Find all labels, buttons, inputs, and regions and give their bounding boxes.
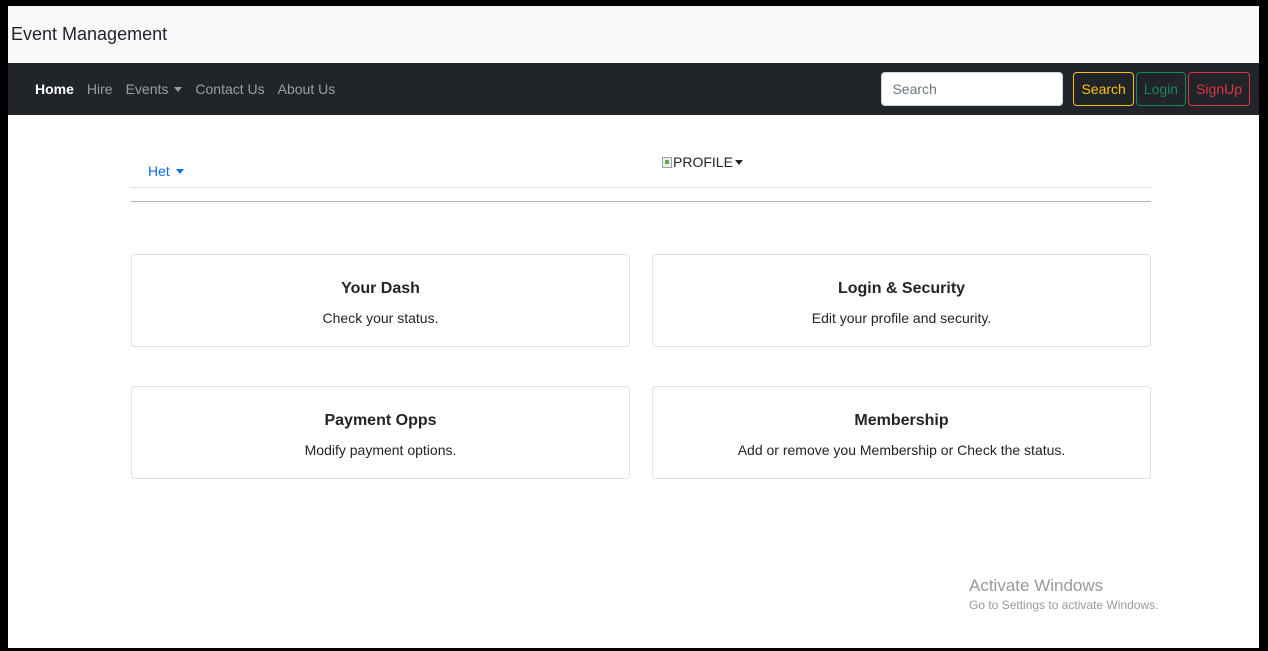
card-text: Add or remove you Membership or Check th… — [737, 442, 1066, 458]
search-button[interactable]: Search — [1073, 72, 1134, 106]
activate-windows-watermark: Activate Windows Go to Settings to activ… — [969, 576, 1158, 613]
broken-image-icon — [662, 156, 672, 168]
user-name: Het — [148, 163, 170, 179]
nav-home-link[interactable]: Home — [35, 81, 74, 97]
signup-button[interactable]: SignUp — [1188, 72, 1250, 106]
card-your-dash[interactable]: Your Dash Check your status. — [131, 254, 630, 347]
chevron-down-icon — [174, 87, 183, 92]
watermark-subtitle: Go to Settings to activate Windows. — [969, 598, 1159, 613]
nav-contact-link[interactable]: Contact Us — [195, 81, 264, 97]
card-membership[interactable]: Membership Add or remove you Membership … — [652, 386, 1151, 479]
nav-events-label: Events — [125, 81, 169, 97]
login-button[interactable]: Login — [1135, 72, 1187, 106]
card-payment-opps[interactable]: Payment Opps Modify payment options. — [131, 386, 630, 479]
user-dropdown[interactable]: Het — [148, 163, 184, 179]
section-divider — [131, 201, 1151, 202]
browser-page: Event Management Home Hire Events Contac… — [8, 6, 1259, 648]
profile-image-alt-text: PROFILE — [673, 154, 733, 170]
nav-actions: Search Login SignUp — [881, 72, 1250, 106]
brand-title[interactable]: Event Management — [11, 24, 167, 45]
search-input[interactable] — [881, 72, 1064, 106]
brand-bar: Event Management — [8, 6, 1259, 63]
chevron-down-icon — [175, 169, 184, 174]
card-text: Check your status. — [322, 310, 439, 326]
nav-about-link[interactable]: About Us — [278, 81, 336, 97]
nav-hire-link[interactable]: Hire — [87, 81, 113, 97]
card-title: Payment Opps — [324, 412, 437, 429]
card-text: Edit your profile and security. — [811, 310, 992, 326]
nav-links: Home Hire Events Contact Us About Us — [35, 81, 335, 97]
profile-dropdown[interactable]: PROFILE — [662, 154, 743, 170]
card-title: Login & Security — [837, 280, 966, 297]
chevron-down-icon — [734, 159, 743, 165]
card-title: Membership — [854, 412, 949, 429]
account-subnav: Het PROFILE — [131, 146, 1151, 188]
watermark-title: Activate Windows — [969, 576, 1104, 595]
card-login-security[interactable]: Login & Security Edit your profile and s… — [652, 254, 1151, 347]
card-text: Modify payment options. — [304, 442, 457, 458]
card-title: Your Dash — [341, 280, 420, 297]
nav-events-dropdown[interactable]: Events — [126, 81, 183, 97]
main-navbar: Home Hire Events Contact Us About Us Sea… — [8, 63, 1259, 115]
